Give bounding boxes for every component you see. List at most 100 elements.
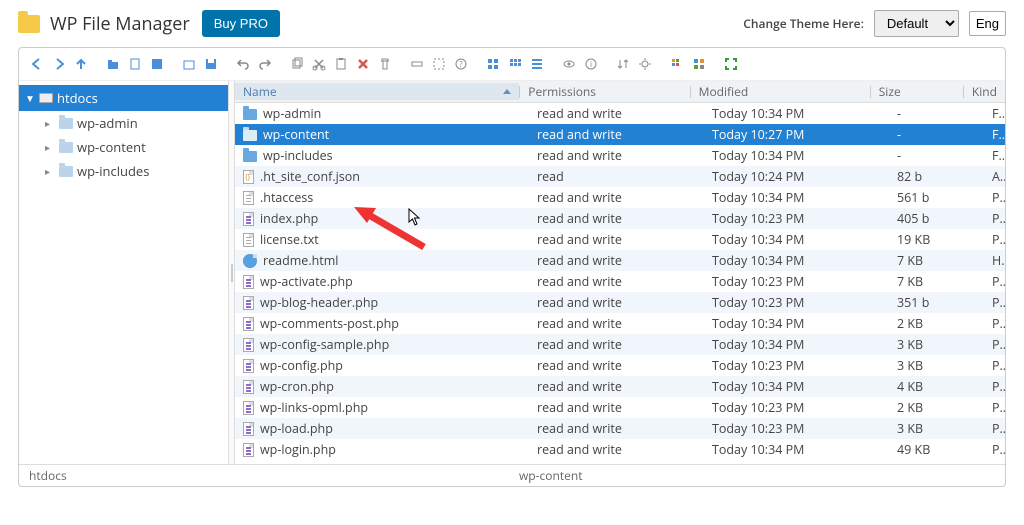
new-file-button[interactable] [125,54,145,74]
file-kind: PHP [984,441,1005,458]
sort-asc-icon [503,89,511,94]
copy-button[interactable] [287,54,307,74]
file-row[interactable]: wp-config-sample.phpread and writeToday … [235,334,1005,355]
file-row[interactable]: wp-includesread and writeToday 10:34 PM-… [235,145,1005,166]
column-kind[interactable]: Kind [964,83,1005,100]
file-row[interactable]: wp-comments-post.phpread and writeToday … [235,313,1005,334]
rename-button[interactable] [407,54,427,74]
php-file-icon [243,401,254,415]
open-button[interactable] [179,54,199,74]
file-size: 2 KB [889,399,984,416]
file-name: license.txt [260,231,319,248]
status-bar: htdocs wp-content [19,464,1005,486]
grid-small-button[interactable] [505,54,525,74]
file-modified: Today 10:23 PM [704,294,889,311]
file-permissions: read and write [529,231,704,248]
paste-button[interactable] [331,54,351,74]
file-row[interactable]: readme.htmlread and writeToday 10:34 PM7… [235,250,1005,271]
language-button[interactable]: Eng [969,11,1006,36]
file-modified: Today 10:27 PM [704,126,889,143]
file-row[interactable]: index.phpread and writeToday 10:23 PM405… [235,208,1005,229]
fullscreen-button[interactable] [721,54,741,74]
file-permissions: read and write [529,357,704,374]
file-modified: Today 10:34 PM [704,147,889,164]
new-folder-button[interactable] [103,54,123,74]
redo-button[interactable] [255,54,275,74]
svg-text:i: i [590,59,592,70]
file-row[interactable]: wp-links-opml.phpread and writeToday 10:… [235,397,1005,418]
view-button[interactable] [559,54,579,74]
theme-select[interactable]: Default [874,10,959,37]
theme-label: Change Theme Here: [743,15,864,32]
file-modified: Today 10:34 PM [704,189,889,206]
file-row[interactable]: wp-login.phpread and writeToday 10:34 PM… [235,439,1005,460]
undo-button[interactable] [233,54,253,74]
file-row[interactable]: .ht_site_conf.jsonreadToday 10:24 PM82 b… [235,166,1005,187]
trash-button[interactable] [375,54,395,74]
tree-item-wp-admin[interactable]: ▸wp-admin [19,111,228,135]
file-name: wp-load.php [260,420,333,437]
file-row[interactable]: wp-contentread and writeToday 10:27 PM-F… [235,124,1005,145]
file-name: wp-activate.php [260,273,353,290]
file-modified: Today 10:23 PM [704,210,889,227]
column-size[interactable]: Size [871,83,963,100]
forward-button[interactable] [49,54,69,74]
file-kind: PHP [984,336,1005,353]
file-row[interactable]: wp-adminread and writeToday 10:34 PM-Fol… [235,103,1005,124]
tree-root-label: htdocs [57,89,98,107]
svg-text:?: ? [459,59,463,70]
top-bar: WP File Manager Buy PRO Change Theme Her… [0,0,1024,47]
column-headers: Name Permissions Modified Size Kind [235,81,1005,103]
apps-2-button[interactable] [689,54,709,74]
chevron-down-icon: ▼ [25,91,35,105]
column-modified[interactable]: Modified [691,83,870,100]
save-button[interactable] [201,54,221,74]
tree-root[interactable]: ▼ htdocs [19,85,228,111]
status-path: htdocs [19,467,509,484]
select-text-button[interactable] [429,54,449,74]
file-kind: PHP [984,273,1005,290]
file-permissions: read and write [529,147,704,164]
grid-large-button[interactable] [483,54,503,74]
file-name: wp-admin [263,105,321,122]
file-row[interactable]: wp-load.phpread and writeToday 10:23 PM3… [235,418,1005,439]
tree-item-wp-content[interactable]: ▸wp-content [19,135,228,159]
php-file-icon [243,296,254,310]
file-name: .htaccess [260,189,313,206]
file-size: 3 KB [889,336,984,353]
file-size: 4 KB [889,378,984,395]
back-button[interactable] [27,54,47,74]
file-modified: Today 10:34 PM [704,378,889,395]
file-row[interactable]: wp-config.phpread and writeToday 10:23 P… [235,355,1005,376]
file-row[interactable]: wp-activate.phpread and writeToday 10:23… [235,271,1005,292]
save-all-button[interactable] [147,54,167,74]
file-permissions: read and write [529,378,704,395]
file-list-pane: Name Permissions Modified Size Kind wp-a… [235,81,1005,464]
file-modified: Today 10:34 PM [704,252,889,269]
file-row[interactable]: .htaccessread and writeToday 10:34 PM561… [235,187,1005,208]
chevron-right-icon: ▸ [45,140,55,154]
file-name: wp-links-opml.php [260,399,368,416]
file-size: 19 KB [889,231,984,248]
list-button[interactable] [527,54,547,74]
tree-item-wp-includes[interactable]: ▸wp-includes [19,159,228,183]
cut-button[interactable] [309,54,329,74]
file-name: wp-cron.php [260,378,334,395]
file-row[interactable]: license.txtread and writeToday 10:34 PM1… [235,229,1005,250]
buy-pro-button[interactable]: Buy PRO [202,10,280,37]
html-file-icon [243,254,257,268]
help-button[interactable]: ? [451,54,471,74]
settings-button[interactable] [635,54,655,74]
info-button[interactable]: i [581,54,601,74]
file-row[interactable]: wp-cron.php read and writeToday 10:34 PM4… [235,376,1005,397]
up-button[interactable] [71,54,91,74]
file-modified: Today 10:23 PM [704,273,889,290]
sort-button[interactable] [613,54,633,74]
column-permissions[interactable]: Permissions [520,83,689,100]
delete-button[interactable] [353,54,373,74]
apps-button[interactable] [667,54,687,74]
file-permissions: read and write [529,189,704,206]
file-row[interactable]: wp-blog-header.phpread and writeToday 10… [235,292,1005,313]
txt-file-icon [243,191,254,205]
column-name[interactable]: Name [235,83,519,100]
